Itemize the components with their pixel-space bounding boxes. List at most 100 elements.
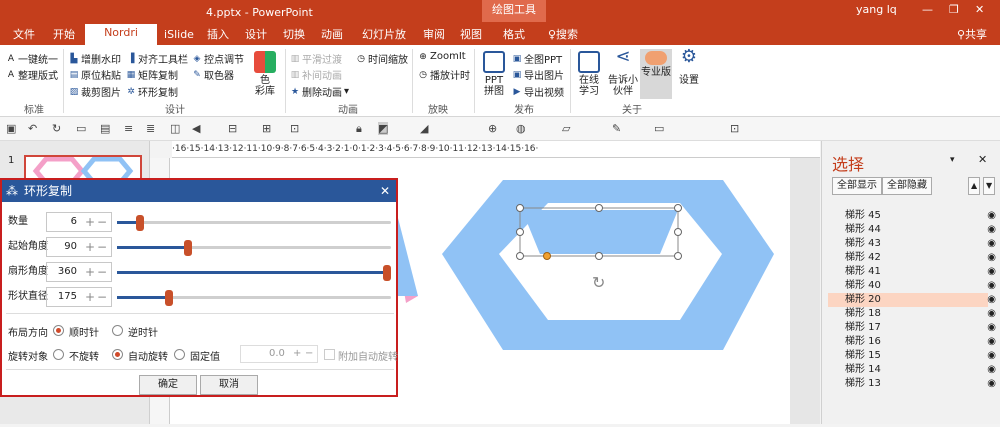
tab-home[interactable]: 开始 — [50, 26, 78, 45]
param-stepper[interactable]: 360 + − — [46, 262, 112, 282]
export-video-button[interactable]: ▶ 导出视频 — [512, 84, 564, 100]
arrange-icon[interactable]: ◫ — [170, 122, 180, 135]
zoomit-button[interactable]: ⊕ ZoomIt — [418, 51, 465, 62]
eye-icon[interactable]: ◉ — [987, 251, 996, 265]
minus-icon[interactable]: − — [97, 288, 107, 306]
plus-icon[interactable]: + — [85, 238, 95, 256]
param-slider-track[interactable] — [117, 215, 391, 231]
param-slider-track[interactable] — [117, 265, 391, 281]
selection-list-item[interactable]: 梯形 45 ◉ — [828, 209, 996, 223]
selection-list-item[interactable]: 梯形 18 ◉ — [828, 307, 996, 321]
selection-list-item[interactable]: 梯形 40 ◉ — [828, 279, 996, 293]
ppt-collage-button[interactable]: PPT 拼图 — [480, 51, 508, 97]
merge-shapes-icon[interactable]: ⊕ — [488, 122, 497, 135]
tab-view[interactable]: 视图 — [458, 26, 484, 45]
effects-icon[interactable]: ✎ — [612, 122, 621, 135]
eye-icon[interactable]: ◉ — [987, 363, 996, 377]
text-box-icon[interactable]: ▭ — [654, 122, 664, 135]
selection-list-item[interactable]: 梯形 13 ◉ — [828, 377, 996, 391]
fixed-value-radio[interactable] — [174, 349, 185, 360]
color-library-button[interactable]: 色 彩库 — [252, 51, 278, 97]
minus-icon[interactable]: − — [97, 238, 107, 256]
selection-list-item[interactable]: 梯形 15 ◉ — [828, 349, 996, 363]
selection-list-item[interactable]: 梯形 17 ◉ — [828, 321, 996, 335]
smooth-transition-button[interactable]: ▥ 平滑过渡 — [290, 51, 342, 67]
play-timer-button[interactable]: ◷ 播放计时 — [418, 67, 470, 83]
plus-icon[interactable]: + — [85, 263, 95, 281]
group-icon[interactable]: ⊡ — [290, 122, 299, 135]
clockwise-radio[interactable] — [53, 325, 64, 336]
export-image-button[interactable]: ▣ 导出图片 — [512, 67, 564, 83]
plus-icon[interactable]: + — [85, 213, 95, 231]
dialog-close-button[interactable]: ✕ — [380, 180, 390, 202]
unify-button[interactable]: A 一键统一 — [6, 51, 58, 67]
show-all-button[interactable]: 全部显示 — [832, 177, 882, 195]
full-image-ppt-button[interactable]: ▣ 全图PPT — [512, 51, 562, 67]
pane-close-icon[interactable]: ✕ — [978, 153, 987, 166]
selection-list-item[interactable]: 梯形 44 ◉ — [828, 223, 996, 237]
align-toolbar-button[interactable]: ▐ 对齐工具栏 — [126, 51, 188, 67]
pro-version-button[interactable]: 专业版 — [640, 49, 672, 99]
shapes-icon[interactable]: ▤ — [100, 122, 110, 135]
eye-icon[interactable]: ◉ — [987, 321, 996, 335]
selection-list-item[interactable]: 梯形 41 ◉ — [828, 265, 996, 279]
handle-adjust-button[interactable]: ◈ 控点调节 — [192, 51, 244, 67]
eye-icon[interactable]: ◉ — [987, 237, 996, 251]
param-slider-thumb[interactable] — [183, 240, 192, 256]
hide-all-button[interactable]: 全部隐藏 — [882, 177, 932, 195]
param-stepper[interactable]: 90 + − — [46, 237, 112, 257]
restore-button[interactable]: ❐ — [949, 3, 959, 16]
selection-list-item[interactable]: 梯形 16 ◉ — [828, 335, 996, 349]
move-down-icon[interactable]: ▼ — [983, 177, 996, 195]
param-slider-thumb[interactable] — [383, 265, 391, 281]
minimize-button[interactable]: — — [922, 3, 933, 16]
lock-icon[interactable]: 🔒︎ — [356, 122, 362, 136]
tab-file[interactable]: 文件 — [10, 26, 38, 45]
minus-icon[interactable]: − — [305, 346, 313, 362]
param-slider-track[interactable] — [117, 290, 391, 306]
paste-in-place-button[interactable]: ▤ 原位粘贴 — [69, 67, 121, 83]
auto-rotate-radio[interactable] — [112, 349, 123, 360]
selection-list-item[interactable]: 梯形 42 ◉ — [828, 251, 996, 265]
plus-icon[interactable]: + — [85, 288, 95, 306]
tab-format[interactable]: 格式 — [500, 26, 528, 45]
crop-tool-icon[interactable]: ◢ — [420, 122, 428, 135]
tab-islide[interactable]: iSlide — [163, 26, 195, 45]
param-slider-track[interactable] — [117, 240, 391, 256]
watermark-button[interactable]: ▙ 增删水印 — [69, 51, 121, 67]
eye-icon[interactable]: ◉ — [987, 279, 996, 293]
pane-options-icon[interactable]: ▾ — [950, 155, 955, 165]
tab-nordri-tools[interactable]: Nordri Tools — [85, 24, 157, 56]
eye-icon[interactable]: ◉ — [987, 307, 996, 321]
minus-icon[interactable]: − — [97, 213, 107, 231]
format-painter-icon[interactable]: ▭ — [76, 122, 86, 135]
tab-search[interactable]: ♀搜索 — [545, 26, 581, 45]
eye-icon[interactable]: ◉ — [987, 223, 996, 237]
ok-button[interactable]: 确定 — [139, 375, 197, 395]
settings-button[interactable]: ⚙ 设置 — [676, 48, 702, 87]
redo-icon[interactable]: ↻ — [52, 122, 61, 135]
undo-icon[interactable]: ↶ — [28, 122, 37, 135]
plus-icon[interactable]: + — [293, 346, 301, 362]
user-name[interactable]: yang lq — [856, 3, 897, 16]
grid-icon[interactable]: ⊞ — [262, 122, 271, 135]
more-tools-icon[interactable]: ⊡ — [730, 122, 739, 135]
matrix-copy-button[interactable]: ▦ 矩阵复制 — [126, 67, 178, 83]
distribute-icon[interactable]: ⊟ — [228, 122, 237, 135]
eye-icon[interactable]: ◉ — [987, 335, 996, 349]
online-learning-button[interactable]: 在线学习 — [575, 51, 603, 97]
selection-list-item[interactable]: 梯形 43 ◉ — [828, 237, 996, 251]
outline-icon[interactable]: ▱ — [562, 122, 570, 135]
minus-icon[interactable]: − — [97, 263, 107, 281]
param-slider-thumb[interactable] — [135, 215, 144, 231]
tab-animations[interactable]: 动画 — [319, 26, 345, 45]
fill-icon[interactable]: ◍ — [516, 122, 526, 135]
fixed-value-input[interactable]: 0.0 + − — [240, 345, 318, 363]
tab-insert[interactable]: 插入 — [205, 26, 231, 45]
cancel-button[interactable]: 取消 — [200, 375, 258, 395]
ring-copy-button[interactable]: ✲ 环形复制 — [126, 84, 178, 100]
move-up-icon[interactable]: ▲ — [968, 177, 981, 195]
tidy-layout-button[interactable]: A 整理版式 — [6, 67, 58, 83]
tell-friends-button[interactable]: ⋖ 告诉小伙伴 — [608, 48, 638, 98]
selection-list-item[interactable]: 梯形 14 ◉ — [828, 363, 996, 377]
